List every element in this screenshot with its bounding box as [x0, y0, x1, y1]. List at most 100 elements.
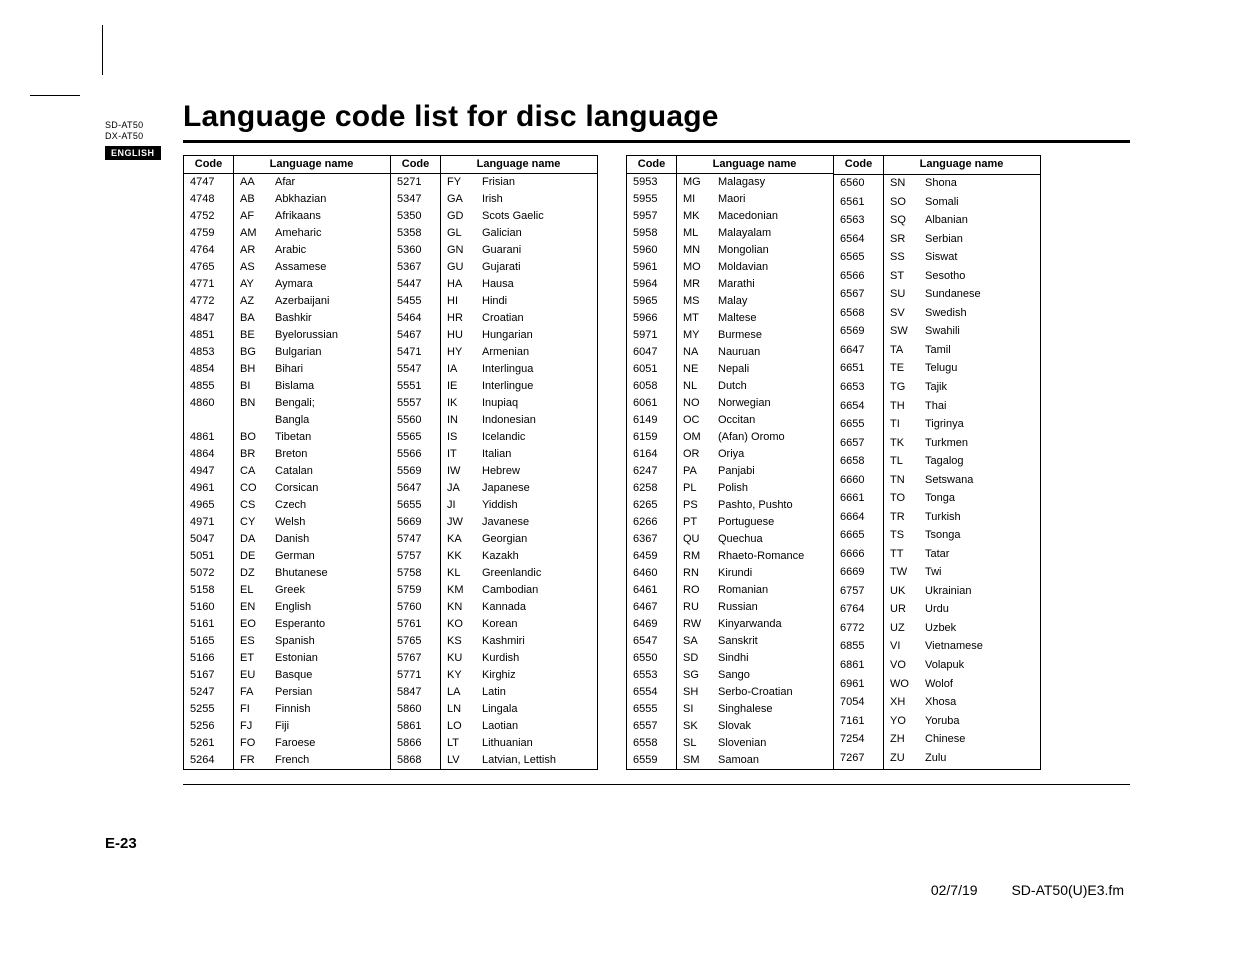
- cell-name: Urdu: [919, 601, 1041, 620]
- table-row: 5165ESSpanish: [184, 633, 391, 650]
- cell-code: 5747: [391, 531, 441, 548]
- cell-code: 6855: [834, 638, 884, 657]
- cell-iso: BE: [234, 327, 270, 344]
- cell-iso: HU: [441, 327, 477, 344]
- cell-code: 6665: [834, 527, 884, 546]
- table-row: 5957MKMacedonian: [627, 208, 834, 225]
- cell-name: Slovenian: [712, 735, 833, 752]
- cell-iso: UK: [884, 583, 920, 602]
- cell-code: 5471: [391, 344, 441, 361]
- table-row: 4752AFAfrikaans: [184, 208, 391, 225]
- cell-iso: TA: [884, 342, 920, 361]
- cell-iso: GA: [441, 191, 477, 208]
- table-row: 7267ZUZulu: [834, 750, 1041, 769]
- cell-name: Occitan: [712, 412, 833, 429]
- cell-code: 6757: [834, 583, 884, 602]
- table-row: 4961COCorsican: [184, 480, 391, 497]
- table-row: 5047DADanish: [184, 531, 391, 548]
- table-row: 5965MSMalay: [627, 293, 834, 310]
- table-row: 5566ITItalian: [391, 446, 598, 463]
- cell-iso: MN: [677, 242, 713, 259]
- cell-iso: KA: [441, 531, 477, 548]
- cell-iso: IE: [441, 378, 477, 395]
- cell-code: 6459: [627, 548, 677, 565]
- table-row: 4971CYWelsh: [184, 514, 391, 531]
- cell-code: 4860: [184, 395, 234, 412]
- cell-name: Czech: [269, 497, 390, 514]
- cell-name: Sanskrit: [712, 633, 833, 650]
- cell-iso: SU: [884, 286, 920, 305]
- cell-iso: AZ: [234, 293, 270, 310]
- cell-name: Javanese: [476, 514, 598, 531]
- page-title: Language code list for disc language: [183, 100, 1130, 134]
- cell-code: 6657: [834, 435, 884, 454]
- cell-name: Kashmiri: [476, 633, 598, 650]
- cell-iso: TE: [884, 360, 920, 379]
- table-row: 5966MTMaltese: [627, 310, 834, 327]
- cell-iso: KL: [441, 565, 477, 582]
- cell-code: 6266: [627, 514, 677, 531]
- table-row: 5560INIndonesian: [391, 412, 598, 429]
- table-row: 5360GNGuarani: [391, 242, 598, 259]
- cell-code: 5467: [391, 327, 441, 344]
- cell-code: 5347: [391, 191, 441, 208]
- cell-iso: GD: [441, 208, 477, 225]
- side-labels: SD-AT50 DX-AT50 ENGLISH: [105, 120, 161, 161]
- table-row: 5350GDScots Gaelic: [391, 208, 598, 225]
- cell-name: Bangla: [269, 412, 390, 429]
- cell-name: Kazakh: [476, 548, 598, 565]
- cell-iso: CO: [234, 480, 270, 497]
- th-name: Language name: [234, 155, 391, 173]
- cell-name: Oriya: [712, 446, 833, 463]
- th-name: Language name: [441, 155, 598, 173]
- cell-iso: TH: [884, 398, 920, 417]
- model-2: DX-AT50: [105, 131, 161, 142]
- table-row: 5271FYFrisian: [391, 173, 598, 191]
- cell-name: Twi: [919, 564, 1041, 583]
- cell-name: Greek: [269, 582, 390, 599]
- cell-name: Malay: [712, 293, 833, 310]
- cell-name: Cambodian: [476, 582, 598, 599]
- table-row: 6658TLTagalog: [834, 453, 1041, 472]
- cell-name: Sango: [712, 667, 833, 684]
- cell-code: 5464: [391, 310, 441, 327]
- cell-name: Quechua: [712, 531, 833, 548]
- cell-iso: RN: [677, 565, 713, 582]
- cell-code: 5557: [391, 395, 441, 412]
- cell-code: 7254: [834, 731, 884, 750]
- cell-code: 6550: [627, 650, 677, 667]
- table-row: 6265PSPashto, Pushto: [627, 497, 834, 514]
- language-tables: CodeLanguage name4747AAAfar4748ABAbkhazi…: [183, 155, 1130, 770]
- th-name: Language name: [677, 155, 834, 173]
- cell-iso: UR: [884, 601, 920, 620]
- table-row: 6568SVSwedish: [834, 305, 1041, 324]
- cell-code: 5569: [391, 463, 441, 480]
- cell-code: 6467: [627, 599, 677, 616]
- cell-name: Telugu: [919, 360, 1041, 379]
- table-row: 6657TKTurkmen: [834, 435, 1041, 454]
- th-code: Code: [834, 155, 884, 175]
- cell-name: Galician: [476, 225, 598, 242]
- table-row: 6764URUrdu: [834, 601, 1041, 620]
- cell-iso: BG: [234, 344, 270, 361]
- table-row: 5955MIMaori: [627, 191, 834, 208]
- cell-name: Scots Gaelic: [476, 208, 598, 225]
- cell-name: Laotian: [476, 718, 598, 735]
- rule-thin: [183, 784, 1130, 785]
- table-row: 6469RWKinyarwanda: [627, 616, 834, 633]
- cell-code: 5957: [627, 208, 677, 225]
- cell-name: Dutch: [712, 378, 833, 395]
- cell-name: Interlingua: [476, 361, 598, 378]
- table-row: 4748ABAbkhazian: [184, 191, 391, 208]
- table-row: 5247FAPersian: [184, 684, 391, 701]
- table-row: 6047NANauruan: [627, 344, 834, 361]
- table-row: 6164OROriya: [627, 446, 834, 463]
- cell-code: 5051: [184, 548, 234, 565]
- cell-code: 4855: [184, 378, 234, 395]
- cell-iso: SH: [677, 684, 713, 701]
- cell-name: Tsonga: [919, 527, 1041, 546]
- cell-code: 6563: [834, 212, 884, 231]
- cell-name: Tonga: [919, 490, 1041, 509]
- cell-name: Moldavian: [712, 259, 833, 276]
- cell-code: 4861: [184, 429, 234, 446]
